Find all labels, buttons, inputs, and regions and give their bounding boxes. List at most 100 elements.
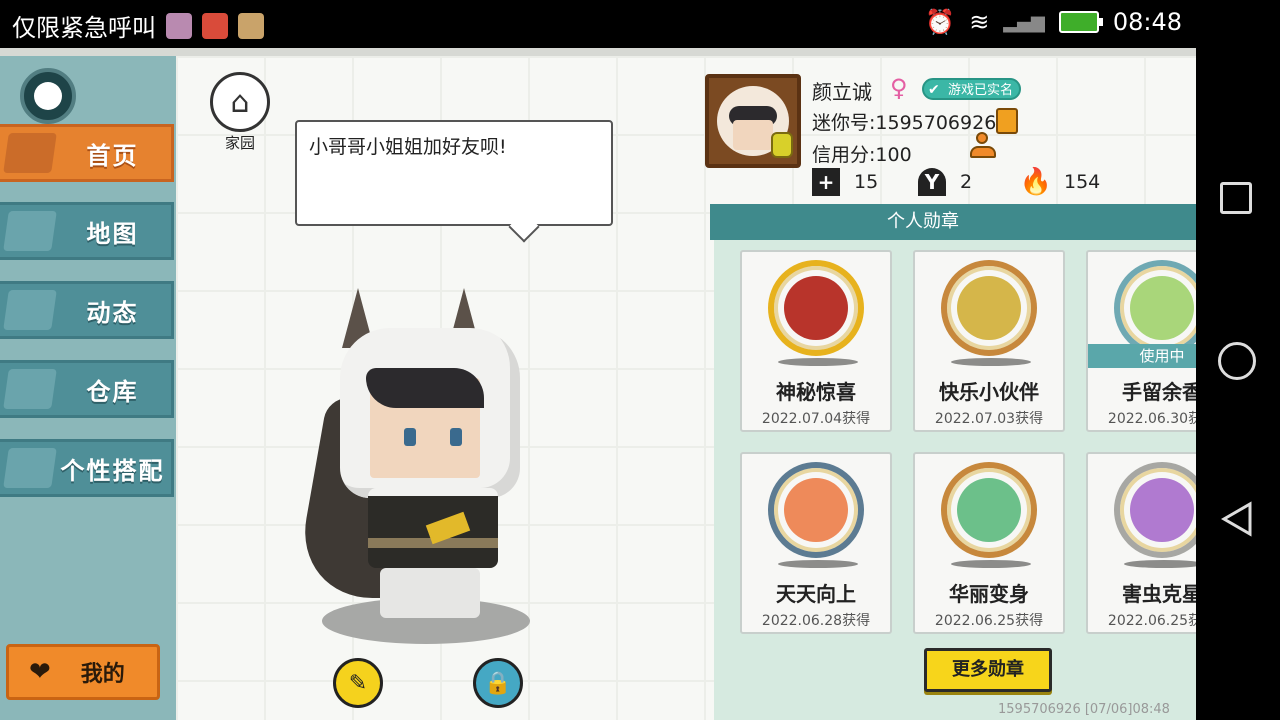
- sidebar-item-map[interactable]: 地图: [0, 202, 174, 260]
- mini-id: 迷你号:1595706926: [812, 112, 997, 134]
- bug-medal-icon: [1114, 462, 1196, 558]
- badge-name: 神秘惊喜: [776, 380, 856, 404]
- system-navigation-bar: [1196, 0, 1280, 720]
- fans-stat[interactable]: Y 2: [918, 168, 972, 196]
- popularity-count: 154: [1064, 171, 1101, 193]
- avatar-hair: [366, 368, 484, 408]
- my-button[interactable]: ❤ 我的: [6, 644, 160, 700]
- status-bar-left: 仅限紧急呼叫: [12, 8, 264, 43]
- in-use-label: 使用中: [1088, 344, 1196, 368]
- badge-name: 天天向上: [776, 582, 856, 606]
- person-card-icon[interactable]: [968, 132, 996, 160]
- sidebar-item-warehouse[interactable]: 仓库: [0, 360, 174, 418]
- badge-date: 2022.06.25获得: [1107, 613, 1196, 629]
- avatar-eye: [404, 428, 416, 446]
- sidebar-item-home[interactable]: 首页: [0, 124, 174, 182]
- speech-bubble: 小哥哥小姐姐加好友呗!: [295, 120, 613, 226]
- sidebar: 首页 地图 动态 仓库 个性搭配 ❤ 我的: [0, 56, 176, 720]
- badge-card[interactable]: 神秘惊喜 2022.07.04获得: [740, 250, 892, 432]
- player-name: 颜立诚: [812, 80, 872, 104]
- signal-icon: ▂▄▆: [1003, 11, 1045, 33]
- badge-card[interactable]: 天天向上 2022.06.28获得: [740, 452, 892, 634]
- badge-name: 手留余香: [1122, 380, 1196, 404]
- bell-icon: [3, 290, 57, 330]
- avatar-eye: [450, 428, 462, 446]
- top-divider: [0, 48, 1196, 56]
- sidebar-item-label: 地图: [86, 219, 139, 248]
- fans-count: 2: [960, 171, 973, 193]
- copy-icon[interactable]: [996, 108, 1018, 134]
- lock-button[interactable]: 🔒: [473, 658, 523, 708]
- shirt-icon: [3, 133, 57, 173]
- person-body: [970, 146, 996, 158]
- recent-apps-icon[interactable]: [1220, 182, 1252, 214]
- lock-icon: 🔒: [484, 670, 512, 696]
- home-garden-button[interactable]: ⌂: [210, 72, 270, 132]
- status-bar-right: ⏰ ≋ ▂▄▆ 08:48: [925, 8, 1182, 36]
- fire-icon: 🔥: [1019, 167, 1053, 197]
- badge-card[interactable]: 华丽变身 2022.06.25获得: [913, 452, 1065, 634]
- medal-shadow: [778, 358, 858, 366]
- outfit-icon: [3, 448, 57, 488]
- medal-shadow: [778, 560, 858, 568]
- badges-panel-title: 个人勋章: [887, 211, 959, 232]
- sidebar-item-label: 个性搭配: [60, 456, 165, 485]
- heart-icon: ❤: [29, 657, 51, 687]
- medal-shadow: [951, 358, 1031, 366]
- sidebar-item-label: 首页: [86, 141, 139, 170]
- map-icon: [3, 211, 57, 251]
- badge-card[interactable]: 快乐小伙伴 2022.07.03获得: [913, 250, 1065, 432]
- notification-app-icon: [238, 12, 264, 39]
- badge-date: 2022.06.28获得: [761, 613, 871, 629]
- player-avatar[interactable]: [292, 288, 540, 658]
- badge-name: 快乐小伙伴: [939, 380, 1039, 404]
- home-circle-icon[interactable]: [1218, 342, 1256, 380]
- dino-medal-icon: [941, 462, 1037, 558]
- back-icon[interactable]: [1218, 500, 1256, 538]
- medal-shadow: [1124, 560, 1196, 568]
- avatar-legs: [380, 568, 480, 618]
- footer-id-timestamp: 1595706926 [07/06]08:48: [998, 702, 1170, 717]
- badge-card[interactable]: 害虫克星 2022.06.25获得: [1086, 452, 1196, 634]
- badge-date: 2022.07.04获得: [761, 411, 871, 427]
- emergency-call-text: 仅限紧急呼叫: [12, 14, 156, 42]
- badge-name: 害虫克星: [1122, 582, 1196, 606]
- female-icon: ♀: [890, 74, 908, 102]
- badge-date: 2022.07.03获得: [934, 411, 1044, 427]
- friends-count: 15: [854, 171, 879, 193]
- badges-panel-header: 个人勋章: [710, 204, 1196, 240]
- sidebar-item-activity[interactable]: 动态: [0, 281, 174, 339]
- sidebar-item-outfit[interactable]: 个性搭配: [0, 439, 174, 497]
- popularity-stat: 🔥 154: [1019, 167, 1101, 197]
- pencil-icon: ✎: [348, 670, 368, 696]
- add-friend-icon: +: [812, 168, 840, 196]
- notification-app-icon: [166, 12, 192, 39]
- credit-score: 信用分:100: [812, 144, 912, 166]
- edit-button[interactable]: ✎: [333, 658, 383, 708]
- portrait-face: [733, 120, 773, 150]
- badge-name: 华丽变身: [949, 582, 1029, 606]
- badge-card[interactable]: 使用中 手留余香 2022.06.30获得: [1086, 250, 1196, 432]
- more-badges-button[interactable]: 更多勋章: [924, 648, 1052, 692]
- clock: 08:48: [1112, 8, 1182, 36]
- battery-icon: [1058, 11, 1103, 33]
- notification-app-icon: [202, 12, 228, 39]
- profile-portrait[interactable]: [705, 74, 801, 168]
- alarm-icon: ⏰: [925, 8, 956, 36]
- my-button-label: 我的: [80, 662, 125, 687]
- badge-date: 2022.06.30获得: [1107, 411, 1196, 427]
- sidebar-item-label: 仓库: [86, 377, 139, 406]
- friends-stat[interactable]: + 15: [812, 168, 878, 196]
- wifi-icon: ≋: [969, 8, 990, 36]
- gift-medal-icon: [768, 260, 864, 356]
- fans-icon: Y: [918, 168, 946, 196]
- pet-badge-icon: [771, 132, 793, 158]
- verified-badge: 游戏已实名: [922, 78, 1022, 101]
- plant-medal-icon: [1114, 260, 1196, 356]
- person-head: [976, 132, 988, 144]
- sidebar-item-label: 动态: [86, 298, 139, 327]
- medal-shadow: [951, 560, 1031, 568]
- record-toggle-button[interactable]: [20, 68, 76, 124]
- badge-date: 2022.06.25获得: [934, 613, 1044, 629]
- warehouse-icon: [3, 369, 57, 409]
